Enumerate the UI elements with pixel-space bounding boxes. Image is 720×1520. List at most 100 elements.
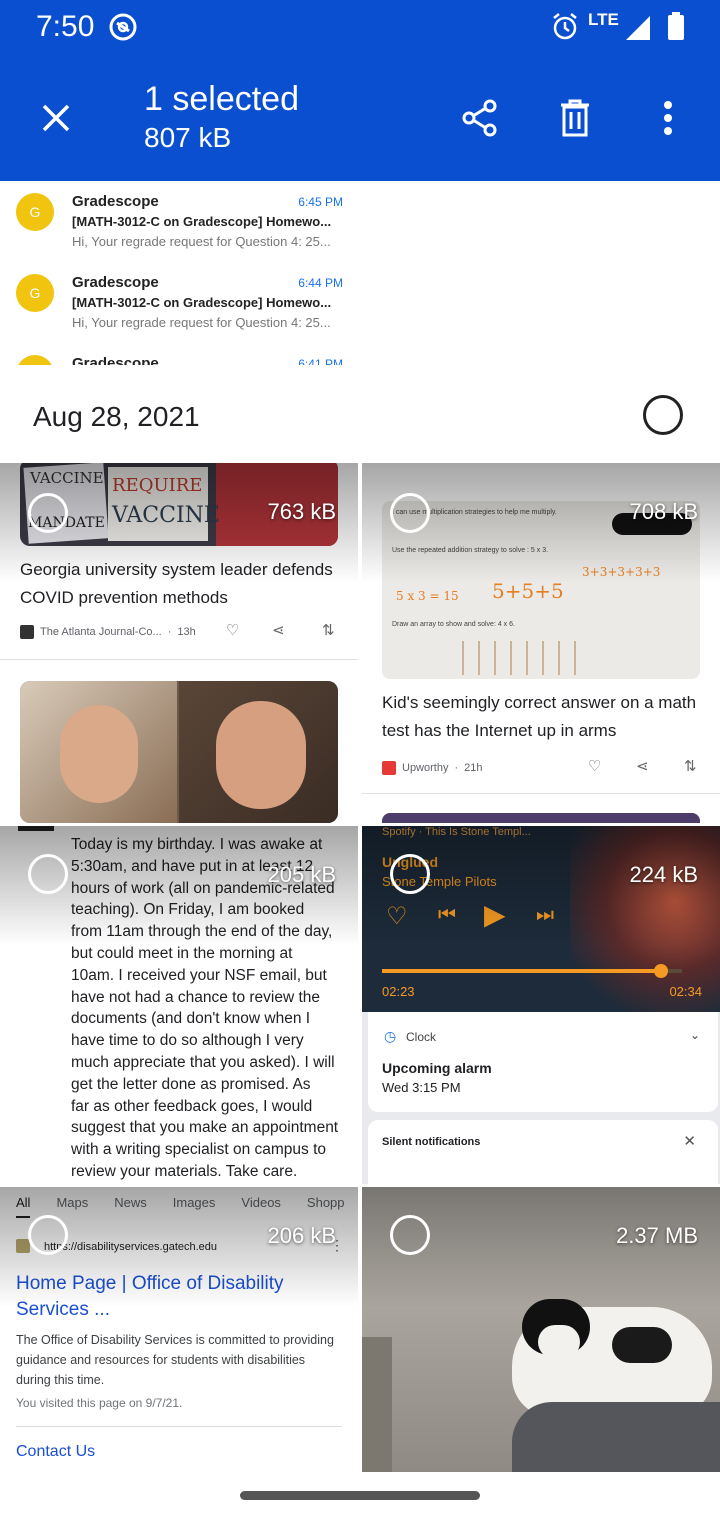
battery-icon xyxy=(666,11,686,46)
divider xyxy=(16,1426,342,1427)
email-line: review your materials. Take care. xyxy=(71,1162,298,1180)
select-checkbox[interactable] xyxy=(390,1215,430,1255)
email-line: far as other feedback goes, I would xyxy=(71,1097,313,1115)
avatar: G xyxy=(16,193,54,231)
notif-app-name: Clock xyxy=(406,1030,437,1044)
play-icon[interactable]: ▶ xyxy=(484,898,506,931)
worksheet-answer: 5 x 3 = 15 xyxy=(396,589,459,603)
news-headline: Georgia university system leader defends… xyxy=(20,560,333,607)
email-item: G Gradescope 6:44 PM [MATH-3012-C on Gra… xyxy=(0,262,355,344)
skip-next-icon[interactable]: ⏭ xyxy=(536,904,554,927)
clock-icon: ◷ xyxy=(384,1028,397,1044)
file-size: 224 kB xyxy=(629,862,699,887)
visited-note: You visited this page on 9/7/21. xyxy=(16,1396,183,1410)
gesture-nav-bar[interactable] xyxy=(240,1491,480,1500)
email-line: 10am. I received your NSF email, but xyxy=(71,966,327,984)
tab-maps[interactable]: Maps xyxy=(56,1195,88,1218)
tab-shopping[interactable]: Shopp xyxy=(307,1195,345,1218)
silent-label: Silent notifications xyxy=(382,1136,481,1148)
select-checkbox[interactable] xyxy=(390,854,430,894)
status-time: 7:50 xyxy=(36,10,95,43)
avatar xyxy=(16,355,54,365)
sign-text: REQUIRE xyxy=(112,475,203,496)
close-icon[interactable]: ✕ xyxy=(683,1132,696,1150)
select-checkbox[interactable] xyxy=(28,1215,68,1255)
email-sender: Gradescope xyxy=(72,274,159,291)
sign-text: VACCINE xyxy=(112,503,220,528)
source-logo-icon xyxy=(382,761,396,775)
photo-tile[interactable]: Today is my birthday. I was awake at 5:3… xyxy=(0,826,358,1184)
email-line: but could meet in the morning at xyxy=(71,944,293,962)
tab-news[interactable]: News xyxy=(114,1195,147,1218)
selected-photo-tile[interactable]: G Gradescope 6:45 PM [MATH-3012-C on Gra… xyxy=(0,181,355,365)
share-icon xyxy=(462,99,497,137)
next-card-image xyxy=(382,813,700,823)
skip-previous-icon[interactable]: ⏮ xyxy=(438,904,456,927)
email-item: Gradescope 6:41 PM xyxy=(0,343,355,365)
furniture xyxy=(362,1337,392,1472)
tab-all[interactable]: All xyxy=(16,1195,31,1218)
signal-icon xyxy=(624,14,652,47)
email-line: get the letter done as promised. As xyxy=(71,1075,311,1093)
email-line: teaching). On Friday, I am booked xyxy=(71,901,305,919)
more-options-button[interactable] xyxy=(642,92,694,144)
close-selection-button[interactable] xyxy=(30,92,82,144)
do-not-disturb-icon xyxy=(108,12,138,47)
select-checkbox[interactable] xyxy=(28,493,68,533)
file-size: 763 kB xyxy=(267,499,337,524)
email-item: G Gradescope 6:45 PM [MATH-3012-C on Gra… xyxy=(0,181,355,263)
tab-videos[interactable]: Videos xyxy=(241,1195,281,1218)
email-subject: [MATH-3012-C on Gradescope] Homewo... xyxy=(72,295,332,310)
media-progress-track[interactable] xyxy=(382,964,682,978)
media-duration: 02:34 xyxy=(669,984,702,999)
news-source: The Atlanta Journal-Co... xyxy=(40,626,162,638)
photo-tile[interactable]: All Maps News Images Videos Shopp https:… xyxy=(0,1187,358,1472)
sitelink-contact[interactable]: Contact Us xyxy=(16,1443,95,1461)
share-icon: ⋖ xyxy=(272,622,285,639)
result-title[interactable]: Home Page | Office of Disability Service… xyxy=(16,1271,342,1323)
sign-text: VACCINE xyxy=(30,469,104,487)
tally-marks xyxy=(462,641,582,675)
select-checkbox[interactable] xyxy=(28,854,68,894)
site-favicon xyxy=(16,1239,30,1253)
news-age: 21h xyxy=(464,762,483,774)
email-line: have not had a chance to review the xyxy=(71,988,321,1006)
email-time: 6:45 PM xyxy=(298,195,343,209)
tab-images[interactable]: Images xyxy=(173,1195,216,1218)
expand-icon[interactable]: ⌄ xyxy=(690,1028,700,1042)
email-line: with a writing specialist on campus to xyxy=(71,1141,327,1159)
selection-app-bar: 7:50 LTE 1 selected 807 kB xyxy=(0,0,720,181)
news-headline: Kid's seemingly correct answer on a math… xyxy=(382,693,697,740)
news-source-row: Upworthy · 21h xyxy=(382,761,483,775)
result-url: https://disabilityservices.gatech.edu xyxy=(44,1241,218,1253)
photo-tile[interactable]: 2.37 MB xyxy=(362,1187,720,1472)
worksheet-text: Use the repeated addition strategy to so… xyxy=(392,547,549,554)
worksheet-work: 3+3+3+3+3 xyxy=(582,565,661,579)
media-progress-thumb[interactable] xyxy=(654,964,668,978)
file-size: 708 kB xyxy=(629,499,699,524)
photo-tile[interactable]: I can use multiplication strategies to h… xyxy=(362,463,720,823)
share-button[interactable] xyxy=(454,92,506,144)
photo-tile[interactable]: VACCINE REQUIRE VACCINE MANDATE Georgia … xyxy=(0,463,358,823)
delete-button[interactable] xyxy=(549,92,601,144)
news-image-worksheet: I can use multiplication strategies to h… xyxy=(382,501,700,679)
email-line: have time to do so although I very xyxy=(71,1032,304,1050)
avatar-fragment xyxy=(18,826,54,831)
photo-tile[interactable]: Spotify · This Is Stone Templ... Unglued… xyxy=(362,826,720,1184)
result-description: The Office of Disability Services is com… xyxy=(16,1333,334,1387)
news-source: Upworthy xyxy=(402,762,449,774)
search-tabs: All Maps News Images Videos Shopp xyxy=(0,1195,358,1218)
like-icon[interactable]: ♡ xyxy=(386,902,408,931)
select-date-checkbox[interactable] xyxy=(643,395,683,435)
avatar: G xyxy=(16,274,54,312)
email-time: 6:41 PM xyxy=(298,357,343,365)
divider xyxy=(362,793,720,794)
clock-notification[interactable]: ◷ Clock ⌄ Upcoming alarm Wed 3:15 PM xyxy=(368,1012,718,1112)
email-sender: Gradescope xyxy=(72,193,159,210)
select-checkbox[interactable] xyxy=(390,493,430,533)
network-type: LTE xyxy=(588,10,619,29)
more-vert-icon xyxy=(664,101,672,135)
selection-count: 1 selected xyxy=(144,80,299,118)
email-line: from 11am through the end of the day, xyxy=(71,923,333,941)
email-snippet: Hi, Your regrade request for Question 4:… xyxy=(72,315,331,330)
